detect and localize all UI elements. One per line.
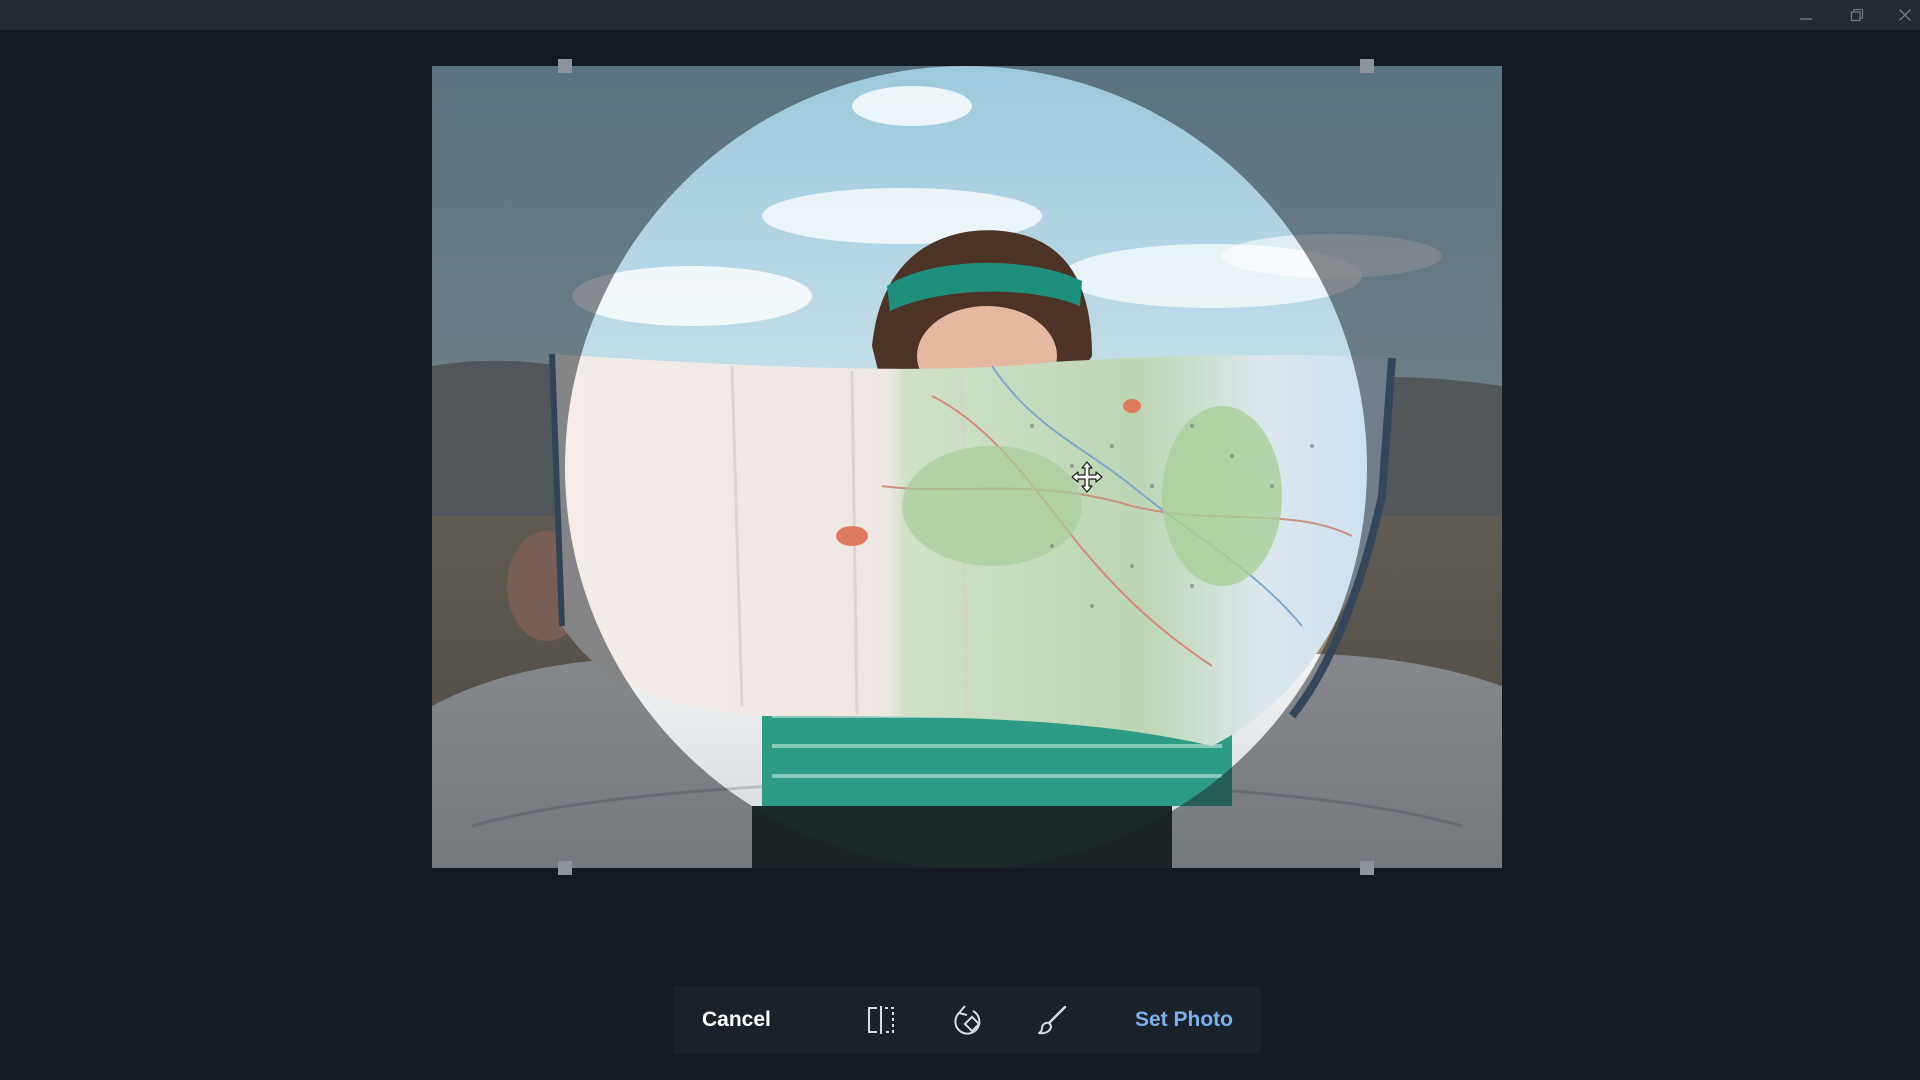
crop-canvas[interactable]	[432, 66, 1502, 868]
move-icon	[1071, 461, 1103, 493]
flip-horizontal-icon	[868, 1006, 894, 1034]
minimize-icon	[1800, 18, 1812, 20]
crop-handle-top-right[interactable]	[1360, 59, 1374, 73]
photo-editor-window: Cancel Set Photo	[0, 0, 1920, 1080]
photo-image	[432, 66, 1502, 868]
crop-handle-top-left[interactable]	[558, 59, 572, 73]
restore-icon	[1850, 8, 1864, 22]
editor-toolbar: Cancel Set Photo	[673, 986, 1261, 1054]
rotate-button[interactable]	[947, 1000, 987, 1040]
crop-handle-bottom-right[interactable]	[1360, 861, 1374, 875]
close-icon	[1898, 8, 1912, 22]
set-photo-button[interactable]: Set Photo	[1135, 986, 1233, 1054]
flip-button[interactable]	[861, 1000, 901, 1040]
cancel-button[interactable]: Cancel	[702, 986, 771, 1054]
close-button[interactable]	[1882, 0, 1920, 30]
brush-button[interactable]	[1033, 1000, 1073, 1040]
crop-handle-bottom-left[interactable]	[558, 861, 572, 875]
minimize-button[interactable]	[1783, 0, 1829, 30]
restore-button[interactable]	[1834, 0, 1880, 30]
brush-icon	[1038, 1005, 1067, 1035]
rotate-icon	[954, 1005, 981, 1035]
title-bar	[0, 0, 1920, 30]
